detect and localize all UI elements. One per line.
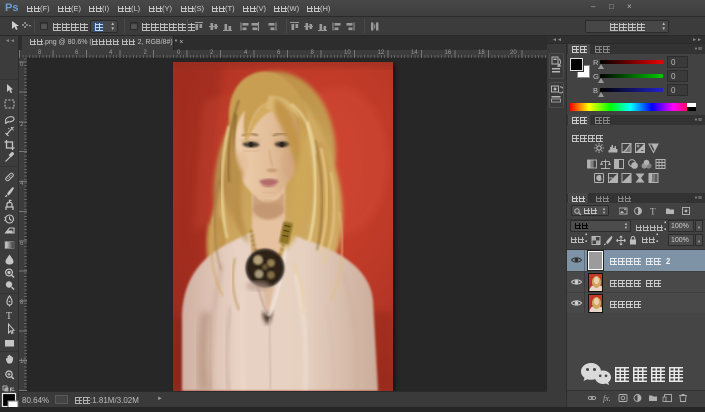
svg-text:◄◄: ◄◄	[5, 38, 15, 44]
svg-text:T: T	[6, 311, 12, 322]
svg-text:T: T	[650, 207, 656, 217]
svg-text:fx.: fx.	[603, 394, 611, 403]
